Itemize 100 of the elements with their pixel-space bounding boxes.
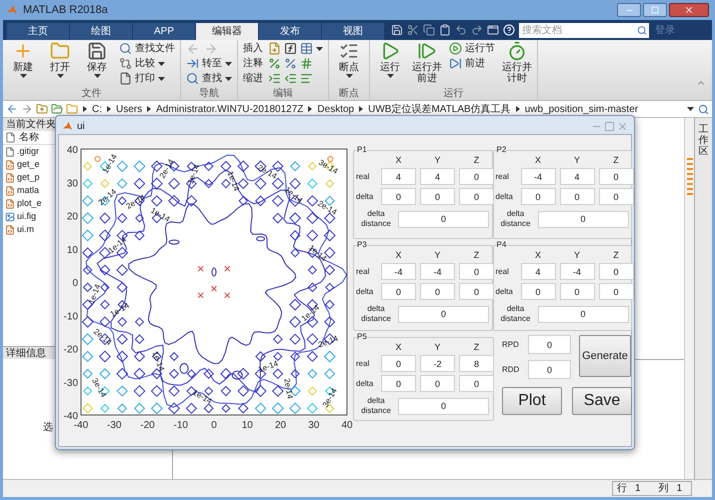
cut-icon[interactable] xyxy=(407,24,419,36)
input-field[interactable]: 0 xyxy=(459,283,494,300)
input-field[interactable]: -4 xyxy=(381,263,416,280)
input-field[interactable]: 0 xyxy=(598,283,634,300)
path-separator-icon xyxy=(359,106,364,112)
ribbon-tab[interactable]: 绘图 xyxy=(70,23,132,40)
input-field[interactable]: 0 xyxy=(528,335,571,354)
input-field[interactable]: 0 xyxy=(528,360,571,379)
input-field[interactable]: 0 xyxy=(459,375,494,392)
ribbon-large-button[interactable]: 保存 xyxy=(80,40,114,88)
ribbon-small-button[interactable]: 运行节 xyxy=(449,41,495,56)
path-segment[interactable]: Administrator.WIN7U-20180127Z xyxy=(156,102,304,116)
input-field[interactable]: 0 xyxy=(598,188,634,205)
path-segment[interactable]: uwb_position_sim-master xyxy=(524,102,638,116)
file-item[interactable]: ui.fig xyxy=(3,210,38,223)
input-field[interactable]: 0 xyxy=(398,210,489,228)
input-field[interactable]: -4 xyxy=(560,263,594,280)
ribbon-small-button[interactable]: 打印 xyxy=(119,71,175,86)
file-item[interactable]: plot_e xyxy=(3,197,44,210)
input-field[interactable]: 0 xyxy=(398,398,489,414)
input-field[interactable]: 0 xyxy=(420,188,455,205)
generate-button[interactable]: Generate xyxy=(579,335,631,377)
input-field[interactable]: 0 xyxy=(381,188,416,205)
folder-up-icon[interactable] xyxy=(36,103,48,115)
input-field[interactable]: 0 xyxy=(598,168,634,185)
file-item[interactable]: ui.m xyxy=(3,223,36,236)
column-label: X xyxy=(534,251,542,260)
input-field[interactable]: 4 xyxy=(420,168,455,185)
minimize-button[interactable] xyxy=(617,3,641,17)
input-field[interactable]: 0 xyxy=(538,210,628,228)
input-field[interactable]: 0 xyxy=(381,283,416,300)
undo-icon[interactable] xyxy=(455,24,467,36)
file-item[interactable]: get_e xyxy=(3,158,42,171)
input-field[interactable]: -4 xyxy=(520,168,556,185)
paste-icon[interactable] xyxy=(439,24,451,36)
maximize-button[interactable] xyxy=(643,3,667,17)
axis-tick-label: 30 xyxy=(66,178,78,190)
input-field[interactable]: 0 xyxy=(381,375,416,392)
save-icon[interactable] xyxy=(391,24,403,36)
ribbon-large-button[interactable]: 运行 xyxy=(373,40,407,88)
path-segment[interactable]: UWB定位误差MATLAB仿真工具 xyxy=(368,102,511,116)
search-field[interactable]: 搜索文档 xyxy=(519,22,635,38)
ribbon-large-button[interactable]: 断点 xyxy=(332,40,366,88)
input-field[interactable]: 0 xyxy=(398,306,489,322)
input-field[interactable]: 0 xyxy=(459,188,494,205)
ribbon-small-button[interactable]: 前进 xyxy=(449,56,495,71)
input-field[interactable]: 0 xyxy=(560,188,594,205)
window-icon[interactable] xyxy=(487,24,499,36)
redo-icon[interactable] xyxy=(471,24,483,36)
path-segment[interactable]: Desktop xyxy=(317,102,354,116)
input-field[interactable]: 0 xyxy=(598,263,634,280)
save-button[interactable]: Save xyxy=(572,387,632,415)
ribbon-tab[interactable]: 视图 xyxy=(322,23,384,40)
input-field[interactable]: 0 xyxy=(538,306,628,322)
browse-folder-icon[interactable] xyxy=(51,103,63,115)
input-field[interactable]: 4 xyxy=(381,168,416,185)
input-field[interactable]: 8 xyxy=(459,355,494,372)
ribbon-large-button[interactable]: 运行并计时 xyxy=(500,40,534,88)
ribbon-tab[interactable]: 发布 xyxy=(259,23,321,40)
input-field[interactable]: 0 xyxy=(520,188,556,205)
input-field[interactable]: -4 xyxy=(420,263,455,280)
forward-icon[interactable] xyxy=(21,103,33,115)
go-to-icon xyxy=(186,57,199,70)
input-field[interactable]: 4 xyxy=(560,168,594,185)
ribbon-small-button[interactable]: 比较 xyxy=(119,56,175,71)
caret-icon xyxy=(56,74,64,78)
input-field[interactable]: 0 xyxy=(459,263,494,280)
ribbon-small-button[interactable]: 查找文件 xyxy=(119,41,175,56)
point-marker xyxy=(211,286,217,292)
plot-button[interactable]: Plot xyxy=(502,387,562,415)
help-icon[interactable] xyxy=(503,24,515,36)
axis-tick-label: -10 xyxy=(174,420,188,431)
input-field[interactable]: 4 xyxy=(520,263,556,280)
file-item[interactable]: matla xyxy=(3,184,42,197)
ribbon-small-button[interactable]: 查找 xyxy=(186,71,232,86)
close-button[interactable] xyxy=(669,3,709,17)
input-field[interactable]: 0 xyxy=(381,355,416,372)
file-item[interactable]: get_p xyxy=(3,171,42,184)
input-field[interactable]: -2 xyxy=(420,355,455,372)
ribbon-large-button[interactable]: 新建 xyxy=(6,40,40,88)
path-segment[interactable]: C: xyxy=(92,102,102,116)
axis-tick-label: 20 xyxy=(274,420,286,431)
input-field[interactable]: 0 xyxy=(520,283,556,300)
ribbon-tab[interactable]: 编辑器 xyxy=(196,23,258,40)
input-field[interactable]: 0 xyxy=(459,168,494,185)
path-segment[interactable]: Users xyxy=(116,102,142,116)
ribbon-large-button[interactable]: 运行并前进 xyxy=(410,40,444,88)
input-field[interactable]: 0 xyxy=(560,283,594,300)
ribbon-tab[interactable]: APP xyxy=(133,23,195,40)
search-icon[interactable] xyxy=(698,104,709,114)
ribbon-tab[interactable]: 主页 xyxy=(7,23,69,40)
file-item[interactable]: .gitigr xyxy=(3,145,42,158)
back-icon[interactable] xyxy=(6,103,18,115)
search-icon[interactable] xyxy=(635,22,649,38)
input-field[interactable]: 0 xyxy=(420,283,455,300)
ribbon-small-button[interactable]: 转至 xyxy=(186,56,232,71)
ribbon-large-button[interactable]: 打开 xyxy=(43,40,77,88)
input-field[interactable]: 0 xyxy=(420,375,455,392)
copy-icon[interactable] xyxy=(423,24,435,36)
axis-tick-label: -30 xyxy=(64,378,78,389)
